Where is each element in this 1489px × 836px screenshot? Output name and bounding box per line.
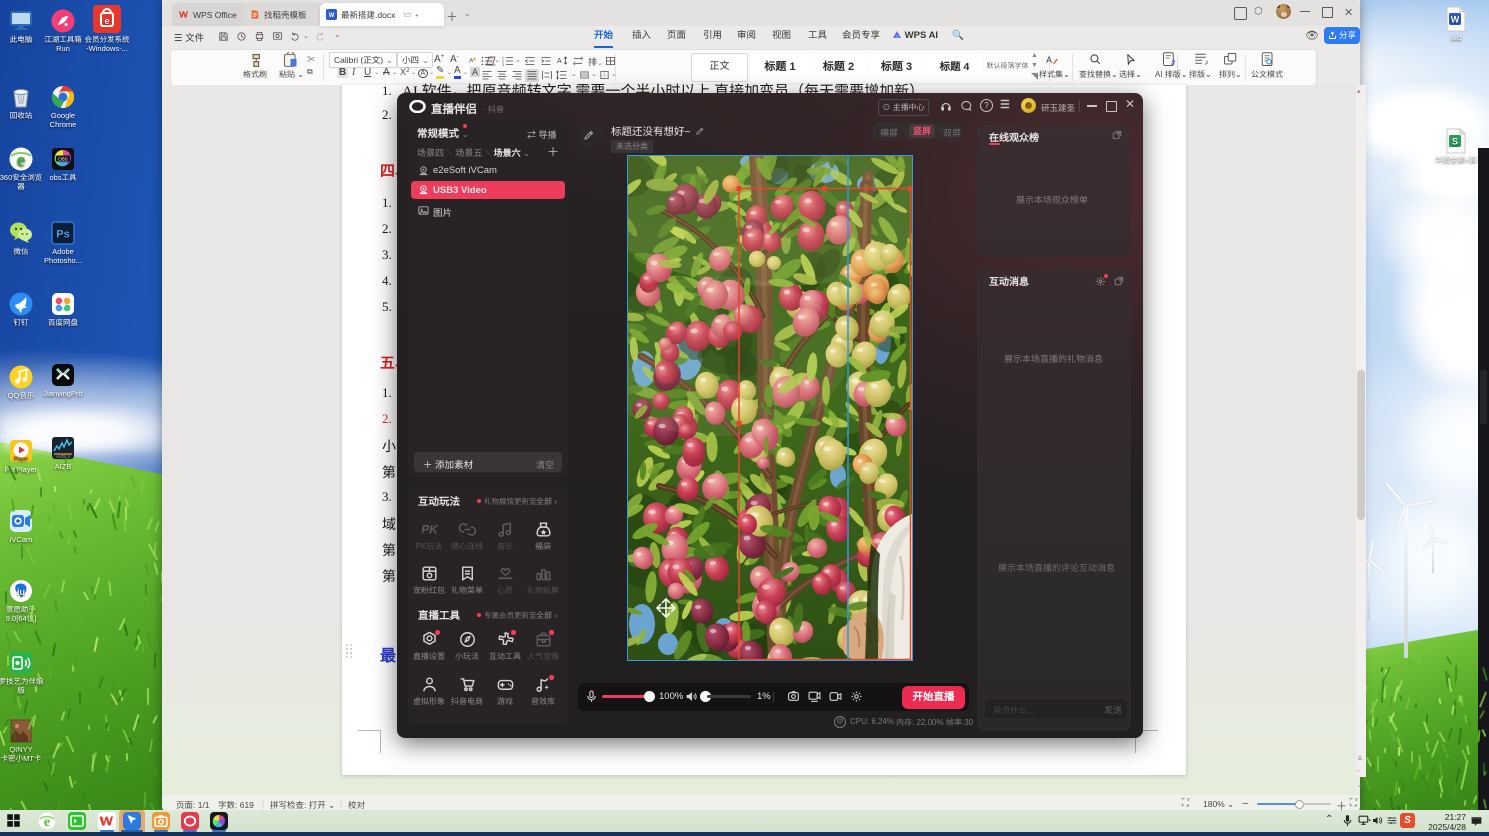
svg-text:AIZB 3: AIZB 3: [56, 454, 70, 459]
svg-text:OBS: OBS: [58, 157, 68, 162]
svg-text:A: A: [469, 58, 474, 65]
svg-text:3: 3: [502, 63, 504, 66]
svg-text:W: W: [1451, 15, 1460, 25]
svg-text:A: A: [1205, 61, 1208, 67]
svg-text:iu: iu: [17, 587, 25, 597]
svg-text:PK: PK: [421, 522, 439, 536]
svg-text:A: A: [557, 58, 562, 65]
svg-text:Player: Player: [14, 457, 29, 463]
svg-text:A: A: [1046, 55, 1052, 65]
svg-text:S: S: [1452, 137, 1458, 147]
svg-text:e: e: [104, 16, 109, 26]
svg-text:W: W: [329, 13, 335, 19]
svg-text:Ps: Ps: [56, 229, 69, 241]
